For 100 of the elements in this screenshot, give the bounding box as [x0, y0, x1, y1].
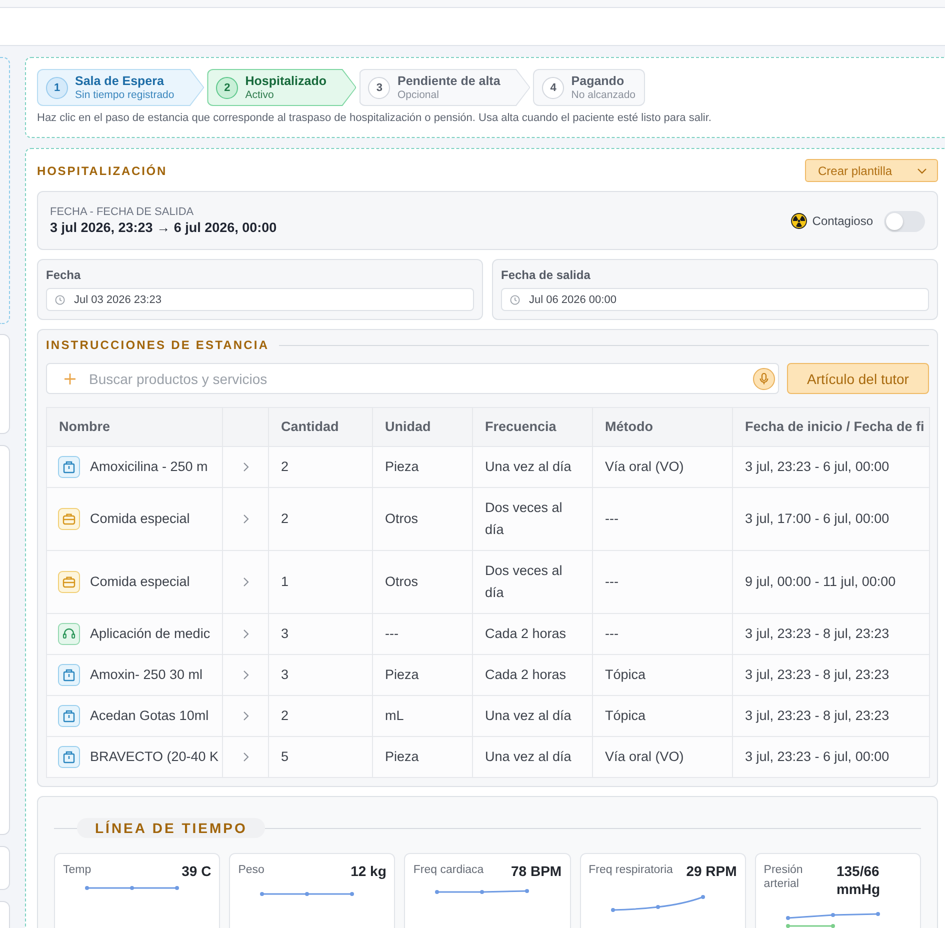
step-number: 3 [368, 76, 390, 98]
table-cell: 3 jul, 23:23 - 6 jul, 00:00 [732, 736, 930, 778]
step-number: 1 [46, 76, 68, 98]
radiation-icon [791, 213, 808, 229]
stay-step[interactable]: 2 Hospitalizado Activo [207, 69, 356, 106]
item-name: Comida especial [90, 510, 190, 528]
chevron-right-icon[interactable] [243, 462, 249, 472]
chevron-right-icon[interactable] [243, 752, 249, 762]
range-label: FECHA - FECHA DE SALIDA [50, 205, 195, 219]
headset-icon [58, 623, 80, 645]
item-name: Acedan Gotas 10ml [90, 707, 209, 725]
bag-icon [58, 705, 80, 727]
column-header: Nombre [46, 408, 222, 446]
table-cell: Pieza [372, 736, 472, 778]
plus-icon [64, 372, 76, 384]
table-cell: --- [592, 488, 732, 550]
stay-step[interactable]: 3 Pendiente de alta Opcional [359, 69, 530, 106]
table-cell: 3 [268, 614, 372, 654]
vital-value: 29 RPM [686, 862, 737, 880]
table-cell: Dos veces al día [472, 550, 592, 614]
table-cell: Una vez al día [472, 696, 592, 736]
table-cell: Pieza [372, 446, 472, 488]
field-label: Fecha [46, 268, 82, 282]
clock-icon [510, 294, 520, 304]
column-header: Cantidad [268, 408, 372, 446]
table-cell: Tópica [592, 654, 732, 696]
vital-value: 39 C [182, 862, 212, 880]
field-label: Fecha de salida [501, 268, 592, 282]
item-name: Amoxin- 250 30 ml [90, 666, 203, 684]
table-cell: Pieza [372, 654, 472, 696]
table-cell: 3 [268, 654, 372, 696]
table-cell: Tópica [592, 696, 732, 736]
steps-hint: Haz clic en el paso de estancia que corresponde al traspaso de hospitalización o pensión. Usa alta cuando el paciente esté listo para salir. [37, 111, 712, 125]
table-cell: mL [372, 696, 472, 736]
section-title: LÍNEA DE TIEMPO [77, 818, 266, 838]
table-cell: 3 jul, 17:00 - 6 jul, 00:00 [732, 488, 930, 550]
table-cell: --- [372, 614, 472, 654]
stay-step[interactable]: 1 Sala de Espera Sin tiempo registrado [37, 69, 204, 106]
table-cell: Vía oral (VO) [592, 736, 732, 778]
table-cell: --- [592, 614, 732, 654]
table-cell: 3 jul, 23:23 - 8 jul, 23:23 [732, 696, 930, 736]
microphone-icon[interactable] [753, 368, 775, 390]
item-name: BRAVECTO (20-40 K [90, 748, 219, 766]
bag-icon [58, 456, 80, 478]
vital-label: Freq cardiaca [413, 863, 484, 877]
table-cell: 5 [268, 736, 372, 778]
item-name: Amoxicilina - 250 m [90, 458, 208, 476]
column-header: Fecha de inicio / Fecha de fi [732, 408, 930, 446]
section-title: INSTRUCCIONES DE ESTANCIA [46, 339, 270, 352]
caret-icon [917, 168, 927, 174]
briefcase-icon [58, 571, 80, 593]
table-cell: 3 jul, 23:23 - 8 jul, 23:23 [732, 654, 930, 696]
vital-label: Presión arterial [764, 863, 804, 891]
chevron-right-icon[interactable] [243, 629, 249, 639]
vital-label: Temp [63, 863, 92, 877]
table-cell: 2 [268, 488, 372, 550]
table-cell: --- [592, 550, 732, 614]
tutor-item-button[interactable]: Artículo del tutor [787, 363, 929, 394]
table-cell: 3 jul, 23:23 - 8 jul, 23:23 [732, 614, 930, 654]
date-field[interactable]: Jul 03 2026 23:23 [46, 288, 474, 311]
column-header: Unidad [372, 408, 472, 446]
vital-value: 12 kg [350, 862, 386, 880]
table-cell: 3 jul, 23:23 - 6 jul, 00:00 [732, 446, 930, 488]
table-cell: Una vez al día [472, 736, 592, 778]
chevron-right-icon[interactable] [243, 711, 249, 721]
chevron-right-icon[interactable] [243, 577, 249, 587]
date-range: 3 jul 2026, 23:23 → 6 jul 2026, 00:00 [50, 219, 277, 237]
table-cell: Dos veces al día [472, 488, 592, 550]
table-cell: Vía oral (VO) [592, 446, 732, 488]
vital-label: Peso [238, 863, 264, 877]
search-field[interactable]: Buscar productos y servicios [46, 363, 779, 394]
bag-icon [58, 664, 80, 686]
table-cell: Cada 2 horas [472, 614, 592, 654]
clock-icon [55, 294, 65, 304]
table-cell: Una vez al día [472, 446, 592, 488]
contagious-label: Contagioso [812, 214, 873, 228]
step-number: 2 [216, 76, 238, 98]
column-header: Método [592, 408, 732, 446]
stay-step[interactable]: 4 Pagando No alcanzado [533, 69, 645, 106]
briefcase-icon [58, 508, 80, 530]
table-cell: 1 [268, 550, 372, 614]
item-name: Aplicación de medic [90, 625, 210, 643]
chevron-right-icon[interactable] [243, 670, 249, 680]
column-header: Frecuencia [472, 408, 592, 446]
table-cell: Otros [372, 488, 472, 550]
table-cell: Cada 2 horas [472, 654, 592, 696]
date-field[interactable]: Jul 06 2026 00:00 [501, 288, 929, 311]
vital-value: 78 BPM [511, 862, 562, 880]
table-cell: 2 [268, 696, 372, 736]
table-cell: 9 jul, 00:00 - 11 jul, 00:00 [732, 550, 930, 614]
bag-icon [58, 746, 80, 768]
chevron-right-icon[interactable] [243, 514, 249, 524]
item-name: Comida especial [90, 573, 190, 591]
vital-value: 135/66 mmHg [836, 862, 882, 898]
step-number: 4 [542, 76, 564, 98]
contagious-toggle[interactable] [884, 210, 925, 232]
section-title: HOSPITALIZACIÓN [37, 164, 168, 178]
vital-label: Freq respiratoria [588, 863, 673, 877]
table-cell: Otros [372, 550, 472, 614]
table-cell: 2 [268, 446, 372, 488]
